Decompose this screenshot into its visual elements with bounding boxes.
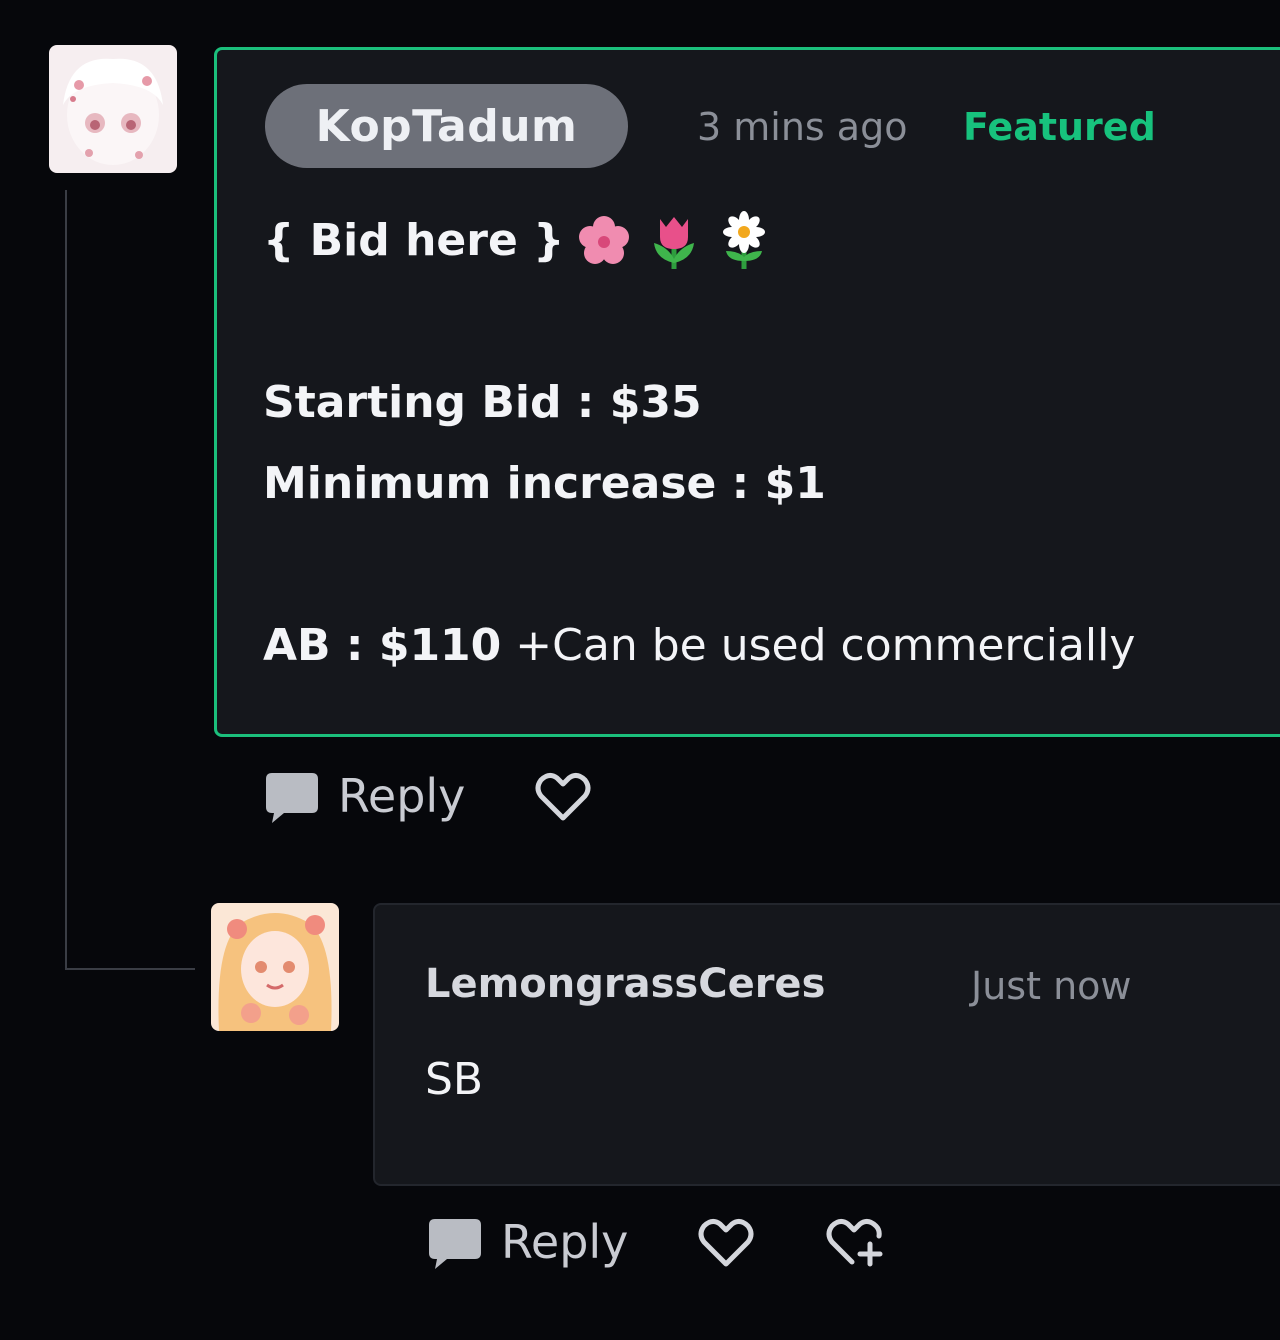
heart-plus-icon <box>824 1212 884 1272</box>
award-button[interactable] <box>824 1212 884 1272</box>
comment-actions: Reply <box>425 1212 884 1272</box>
like-button[interactable] <box>696 1212 756 1272</box>
heart-icon <box>533 766 593 826</box>
reply-button[interactable]: Reply <box>262 767 465 825</box>
avatar-image-lemongrassceres <box>211 903 339 1031</box>
comment-blank-line <box>263 524 1263 605</box>
featured-comment-card: KopTadum 3 mins ago Featured { Bid here … <box>214 47 1280 737</box>
comment-timestamp[interactable]: Just now <box>971 959 1131 1013</box>
featured-badge: Featured <box>963 105 1156 149</box>
avatar[interactable] <box>49 45 177 173</box>
reply-label: Reply <box>338 769 466 823</box>
thread-connector-branch <box>65 968 195 970</box>
comment-body: { Bid here } Starting Bid: $35 Minimum … <box>263 200 1263 686</box>
avatar-image-koptadum <box>49 45 177 173</box>
comment-line: AB : $110 +Can be used commercially <box>263 605 1263 686</box>
cherry-blossom-icon <box>574 211 634 271</box>
comment-line: Minimum increase : $1 <box>263 457 826 509</box>
comment-line: Starting Bid : $35 <box>263 376 702 428</box>
author-name[interactable]: KopTadum <box>265 84 628 168</box>
comment-line: { Bid here } <box>263 200 1263 281</box>
reply-label: Reply <box>501 1215 629 1269</box>
author-name[interactable]: LemongrassCeres <box>425 957 825 1011</box>
like-button[interactable] <box>533 766 593 826</box>
comment-thread: KopTadum 3 mins ago Featured { Bid here … <box>0 0 1280 1340</box>
comment-timestamp[interactable]: 3 mins ago <box>697 102 907 152</box>
comment-actions: Reply <box>262 766 593 826</box>
comment-line-bold-text: AB : $110 <box>263 619 502 671</box>
comment-line-text: { Bid here } <box>263 214 565 266</box>
avatar[interactable] <box>211 903 339 1031</box>
comment-bubble-icon <box>425 1213 483 1271</box>
daisy-icon <box>714 210 774 271</box>
comment-line-text: +Can be used commercially <box>515 619 1136 671</box>
tulip-icon <box>644 211 704 271</box>
heart-icon <box>696 1212 756 1272</box>
comment-body: SB <box>425 1054 484 1105</box>
comment-card: LemongrassCeres Just now SB <box>373 903 1280 1186</box>
thread-connector-line <box>65 190 67 970</box>
comment-blank-line <box>263 281 1263 362</box>
reply-button[interactable]: Reply <box>425 1213 628 1271</box>
comment-bubble-icon <box>262 767 320 825</box>
